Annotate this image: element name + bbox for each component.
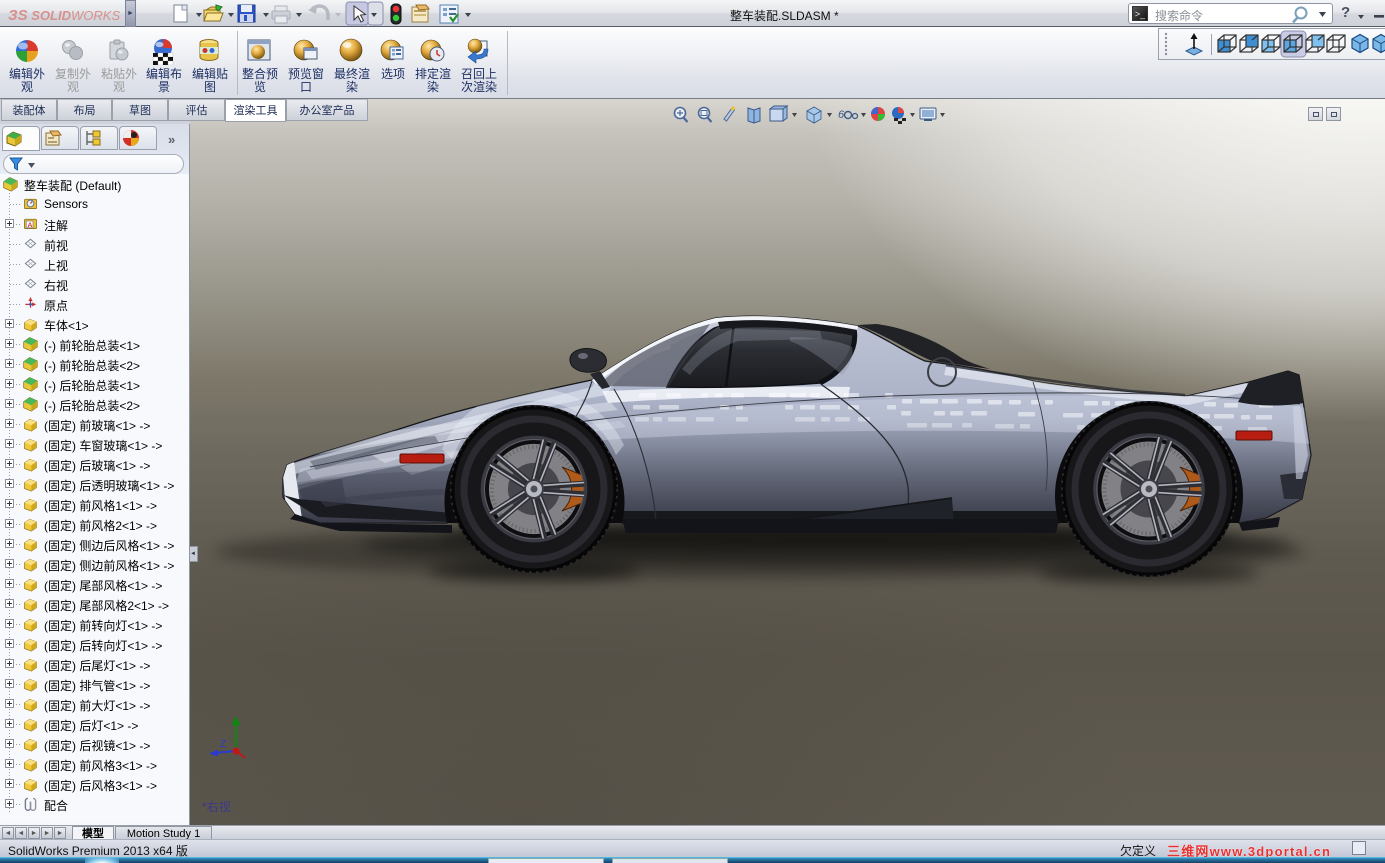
svg-text:A: A — [28, 222, 33, 229]
svg-text:Z: Z — [220, 739, 226, 750]
